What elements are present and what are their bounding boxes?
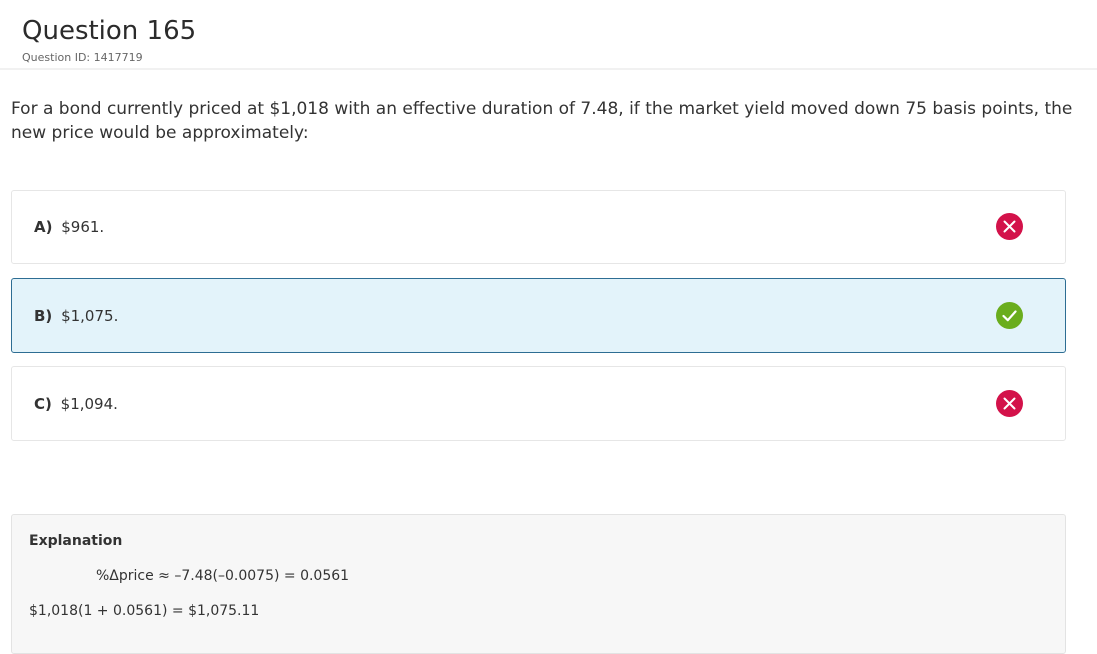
x-icon — [996, 213, 1023, 240]
option-text: $961. — [61, 218, 105, 236]
explanation-formula: %Δprice ≈ –7.48(–0.0075) = 0.0561 — [96, 568, 350, 584]
option-letter: A) — [34, 218, 53, 236]
answer-option-a[interactable]: A) $961. — [11, 190, 1066, 264]
option-letter: C) — [34, 394, 52, 413]
explanation-heading: Explanation — [29, 533, 123, 549]
check-icon — [996, 301, 1023, 329]
explanation-panel: Explanation %Δprice ≈ –7.48(–0.0075) = 0… — [11, 514, 1066, 654]
question-header: Question 165 Question ID: 1417719 — [0, 0, 1097, 70]
option-text: $1,094. — [60, 394, 118, 413]
x-icon — [996, 389, 1023, 417]
question-id: Question ID: 1417719 — [22, 51, 143, 64]
option-text: $1,075. — [61, 306, 119, 325]
question-title: Question 165 — [22, 16, 197, 46]
question-stem: For a bond currently priced at $1,018 wi… — [11, 99, 1073, 143]
option-letter: B) — [34, 306, 53, 325]
answer-option-c[interactable]: C) $1,094. — [11, 366, 1066, 441]
explanation-calculation: $1,018(1 + 0.0561) = $1,075.11 — [29, 603, 260, 619]
answer-option-b[interactable]: B) $1,075. — [11, 278, 1066, 353]
